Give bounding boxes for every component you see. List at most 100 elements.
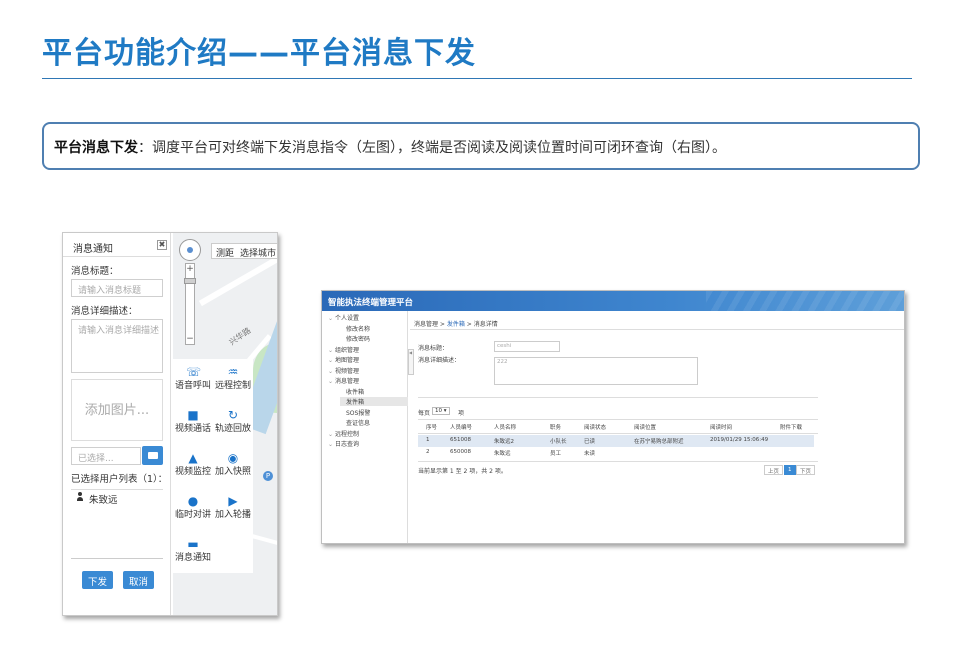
- detail-label: 消息详细描述：: [71, 306, 138, 317]
- table-rule: [418, 461, 818, 462]
- add-image-button[interactable]: 添加图片...: [71, 379, 163, 441]
- sidebar-item-label: 发件箱: [346, 399, 365, 406]
- pan-control[interactable]: [179, 239, 201, 261]
- video-monitor-button[interactable]: ▲ 视频监控: [173, 451, 213, 477]
- title-input[interactable]: 请输入消息标题: [71, 279, 163, 297]
- pager-current[interactable]: 1: [784, 465, 796, 475]
- table-header-cell[interactable]: 附件下载: [780, 423, 802, 431]
- sidebar-item-label: 组织管理: [334, 346, 359, 354]
- table-header-cell[interactable]: 阅读时间: [710, 423, 732, 431]
- table-rule: [418, 433, 818, 434]
- map-toolbar: 测距 选择城市: [211, 243, 277, 259]
- chevron-down-icon: ⌄: [328, 367, 335, 375]
- sidebar-item[interactable]: ⌄ 个人设置: [328, 313, 359, 322]
- form-detail-textarea[interactable]: 222: [494, 357, 698, 385]
- track-playback-label: 轨迹回放: [214, 424, 251, 434]
- voice-call-button[interactable]: ☏ 语音呼叫: [173, 365, 213, 391]
- sidebar-item-label: 远程控制: [334, 430, 359, 438]
- table-cell: 651008: [450, 437, 471, 443]
- detail-textarea[interactable]: 请输入消息详细描述: [71, 319, 163, 373]
- sidebar-item[interactable]: ⌄ 组织管理: [328, 345, 359, 354]
- form-title-input[interactable]: ceshi: [494, 341, 560, 352]
- table-cell: 朱致远: [494, 451, 511, 457]
- left-screenshot: 兴华路 + − 测距 选择城市 消息通知 ✖ 消息标题： 请输入消息标题 消息详细…: [62, 232, 278, 616]
- description-box: 平台消息下发：调度平台可对终端下发消息指令（左图），终端是否阅读及阅读位置时间可…: [42, 122, 920, 170]
- table-cell: 在苏宁易购总部附近: [634, 439, 684, 445]
- sidebar-item[interactable]: ⌄ 日志查询: [328, 439, 359, 448]
- add-carousel-button[interactable]: ▶ 加入轮播: [213, 494, 253, 520]
- sidebar-item[interactable]: 查证信息: [346, 418, 370, 427]
- sidebar-item[interactable]: ⌄ 消息管理: [328, 376, 359, 385]
- page-size-select[interactable]: 10 ▾: [432, 407, 450, 415]
- table-header-cell[interactable]: 人员编号: [450, 423, 472, 431]
- table-cell: 小队长: [550, 439, 567, 445]
- video-monitor-icon: ▲: [188, 451, 198, 465]
- table-cell: 朱致远2: [494, 439, 514, 445]
- video-call-label: 视频通话: [174, 424, 211, 434]
- intercom-button[interactable]: ● 临时对讲: [173, 494, 213, 520]
- form-title-label: 消息标题：: [418, 345, 449, 352]
- close-icon[interactable]: ✖: [157, 240, 167, 250]
- chevron-down-icon: ⌄: [328, 346, 335, 354]
- chevron-down-icon: ⌄: [328, 357, 335, 364]
- video-call-button[interactable]: ■ 视频通话: [173, 408, 213, 434]
- choose-file-input[interactable]: 已选择...: [71, 447, 141, 465]
- add-snapshot-button[interactable]: ◉ 加入快照: [213, 451, 253, 477]
- sidebar-item-label: 地图管理: [334, 357, 359, 364]
- sidebar-item-label: 查证信息: [346, 420, 371, 427]
- send-button[interactable]: 下发: [82, 571, 114, 589]
- sidebar-item[interactable]: 修改名称: [346, 324, 370, 333]
- breadcrumb-link[interactable]: 发件箱: [447, 321, 465, 328]
- sidebar-item[interactable]: 修改密码: [346, 334, 370, 343]
- sidebar-collapse-handle[interactable]: ◀: [408, 349, 414, 375]
- message-notify-button[interactable]: ▬ 消息通知: [173, 537, 213, 563]
- chevron-down-icon: ⌄: [328, 315, 335, 322]
- table-rule: [418, 419, 818, 420]
- sidebar-item[interactable]: 发件箱: [340, 397, 408, 406]
- zoom-handle[interactable]: [184, 278, 196, 284]
- app-header: 智能执法终端管理平台: [322, 291, 904, 311]
- video-call-icon: ■: [187, 408, 199, 422]
- remote-control-label: 远程控制: [214, 381, 251, 391]
- right-screenshot: 智能执法终端管理平台 ⌄ 个人设置 修改名称 修改密码 ⌄ 组织管理 ⌄ 地图管理 ⌄ 视…: [321, 290, 905, 544]
- cancel-button[interactable]: 取消: [123, 571, 155, 589]
- title-label: 消息标题：: [71, 266, 119, 277]
- panel-title: 消息通知: [73, 244, 113, 255]
- table-cell: 2019/01/29 15:06:49: [710, 437, 769, 443]
- pager-prev[interactable]: 上页: [764, 465, 784, 475]
- table-header-cell[interactable]: 职务: [550, 423, 561, 431]
- track-playback-button[interactable]: ↻ 轨迹回放: [213, 408, 253, 434]
- intercom-icon: ●: [187, 494, 199, 508]
- table-header-cell[interactable]: 序号: [426, 423, 437, 431]
- table-header-cell[interactable]: 阅读位置: [634, 423, 656, 431]
- remote-control-icon: ♒: [227, 365, 239, 379]
- table-cell: 1: [426, 437, 430, 443]
- sidebar-item[interactable]: ⌄ 视频管理: [328, 366, 359, 375]
- folder-icon[interactable]: [142, 446, 163, 465]
- table-header-cell[interactable]: 人员名称: [494, 423, 516, 431]
- message-notify-label: 消息通知: [174, 553, 211, 563]
- zoom-out-icon[interactable]: −: [186, 334, 194, 344]
- remote-control-button[interactable]: ♒ 远程控制: [213, 365, 253, 391]
- zoom-slider[interactable]: + −: [184, 263, 196, 345]
- voice-call-icon: ☏: [186, 365, 202, 379]
- sidebar-item-label: 修改名称: [346, 325, 371, 333]
- slide-title: 平台功能介绍——平台消息下发: [42, 36, 476, 71]
- measure-tool[interactable]: 测距: [216, 249, 234, 259]
- table-header-cell[interactable]: 阅读状态: [584, 423, 606, 431]
- city-select[interactable]: 选择城市: [240, 249, 276, 259]
- table-cell: 员工: [550, 451, 562, 457]
- sidebar-item-label: 个人设置: [334, 315, 359, 322]
- map-road-label: 兴华路: [227, 325, 253, 348]
- sidebar-item-label: SOS报警: [346, 409, 371, 417]
- sidebar-item[interactable]: 收件箱: [346, 387, 364, 396]
- sidebar-item[interactable]: ⌄ 远程控制: [328, 429, 359, 438]
- table-cell: 650008: [450, 449, 471, 455]
- intercom-label: 临时对讲: [174, 510, 211, 520]
- sidebar-item[interactable]: ⌄ 地图管理: [328, 355, 359, 364]
- map-pin-icon[interactable]: P: [263, 471, 273, 481]
- table-top-rule: [418, 397, 818, 398]
- sidebar-item[interactable]: SOS报警: [346, 408, 370, 417]
- pager-next[interactable]: 下页: [796, 465, 816, 475]
- zoom-in-icon[interactable]: +: [186, 264, 194, 274]
